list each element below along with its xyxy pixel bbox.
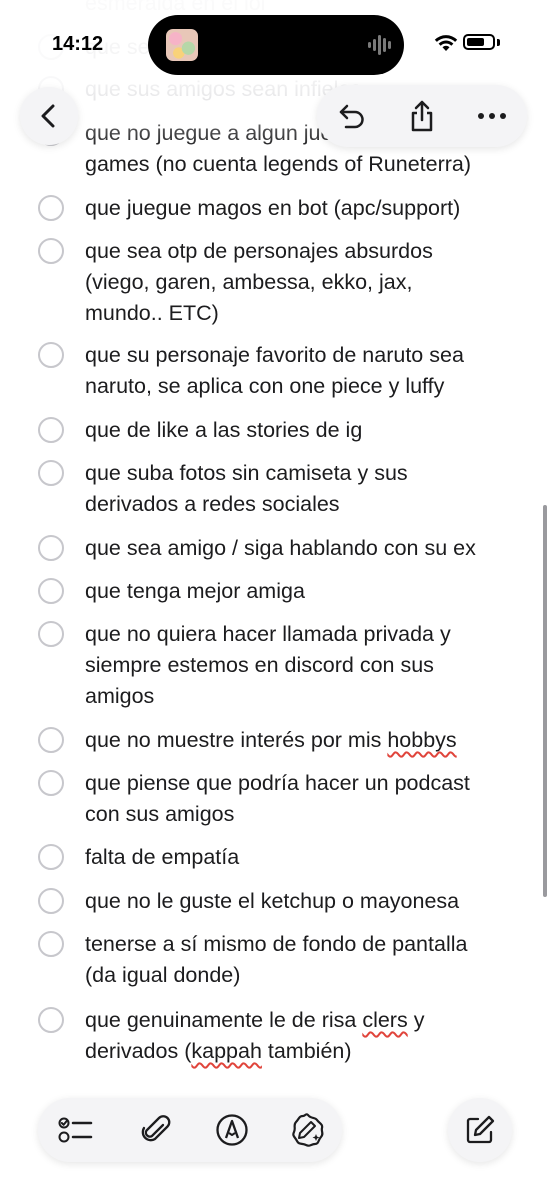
status-time: 14:12 (52, 33, 104, 55)
now-playing-artwork (166, 29, 198, 61)
checkbox-circle[interactable] (38, 727, 64, 753)
checkbox-circle[interactable] (38, 931, 64, 957)
checkbox-circle[interactable] (38, 342, 64, 368)
checklist-item-text: que juegue magos en bot (apc/support) (85, 196, 461, 220)
checklist-item-text: que genuinamente le de risa clers y deri… (85, 1008, 425, 1063)
compose-icon (466, 1115, 495, 1144)
apple-intelligence-icon (292, 1113, 324, 1147)
checklist-item-text: que no le guste el ketchup o mayonesa (85, 889, 460, 913)
attach-button[interactable] (126, 1098, 186, 1162)
checkbox-circle[interactable] (38, 844, 64, 870)
checklist-button[interactable] (46, 1098, 106, 1162)
battery-icon (463, 34, 495, 50)
checkbox-circle[interactable] (38, 888, 64, 914)
checkbox-circle[interactable] (38, 621, 64, 647)
paperclip-icon (141, 1115, 171, 1142)
checkbox-circle[interactable] (38, 195, 64, 221)
audio-waveform-icon (368, 35, 393, 55)
checklist-item-text: falta de empatía (85, 845, 240, 869)
checkbox-circle[interactable] (38, 770, 64, 796)
checkbox-circle[interactable] (38, 417, 64, 443)
checkbox-circle[interactable] (38, 535, 64, 561)
checklist-icon (58, 1117, 93, 1143)
chevron-left-icon (41, 104, 55, 128)
share-button[interactable] (387, 85, 457, 147)
ai-tools-button[interactable] (278, 1098, 338, 1162)
checklist-item-text: que sea amigo / siga hablando con su ex (85, 536, 476, 560)
pen-markup-icon (216, 1114, 248, 1146)
checklist-item-text: que piense que podría hacer un podcast c… (85, 771, 470, 826)
checkbox-circle[interactable] (38, 460, 64, 486)
scroll-indicator[interactable] (543, 505, 547, 897)
checklist-item-text: tenerse a sí mismo de fondo de pantalla … (85, 932, 468, 987)
wifi-icon (434, 35, 458, 51)
compose-button[interactable] (448, 1098, 512, 1162)
undo-icon (339, 104, 364, 129)
bottom-toolbar (38, 1098, 342, 1162)
checklist-item-text: que de like a las stories de ig (85, 418, 363, 442)
checklist-item-text: que no muestre interés por mis hobbys (85, 728, 457, 752)
checklist-item-text: que no quiera hacer llamada privada y si… (85, 622, 451, 708)
checklist-item-text: que su personaje favorito de naruto sea … (85, 343, 464, 398)
markup-button[interactable] (202, 1098, 262, 1162)
checklist-item-text: que sea otp de personajes absurdos (vieg… (85, 239, 433, 325)
battery-tip (497, 39, 500, 46)
checklist-item-text: que suba fotos sin camiseta y sus deriva… (85, 461, 408, 516)
back-button[interactable] (20, 87, 78, 145)
dynamic-island[interactable] (148, 15, 404, 75)
actions-pill (317, 85, 527, 147)
checkbox-circle[interactable] (38, 578, 64, 604)
undo-button[interactable] (317, 85, 387, 147)
share-icon (411, 100, 433, 132)
checkbox-circle[interactable] (38, 238, 64, 264)
ellipsis-icon (478, 113, 506, 119)
checklist-item-text: que tenga mejor amiga (85, 579, 305, 603)
more-button[interactable] (457, 85, 527, 147)
checkbox-circle[interactable] (38, 1007, 64, 1033)
